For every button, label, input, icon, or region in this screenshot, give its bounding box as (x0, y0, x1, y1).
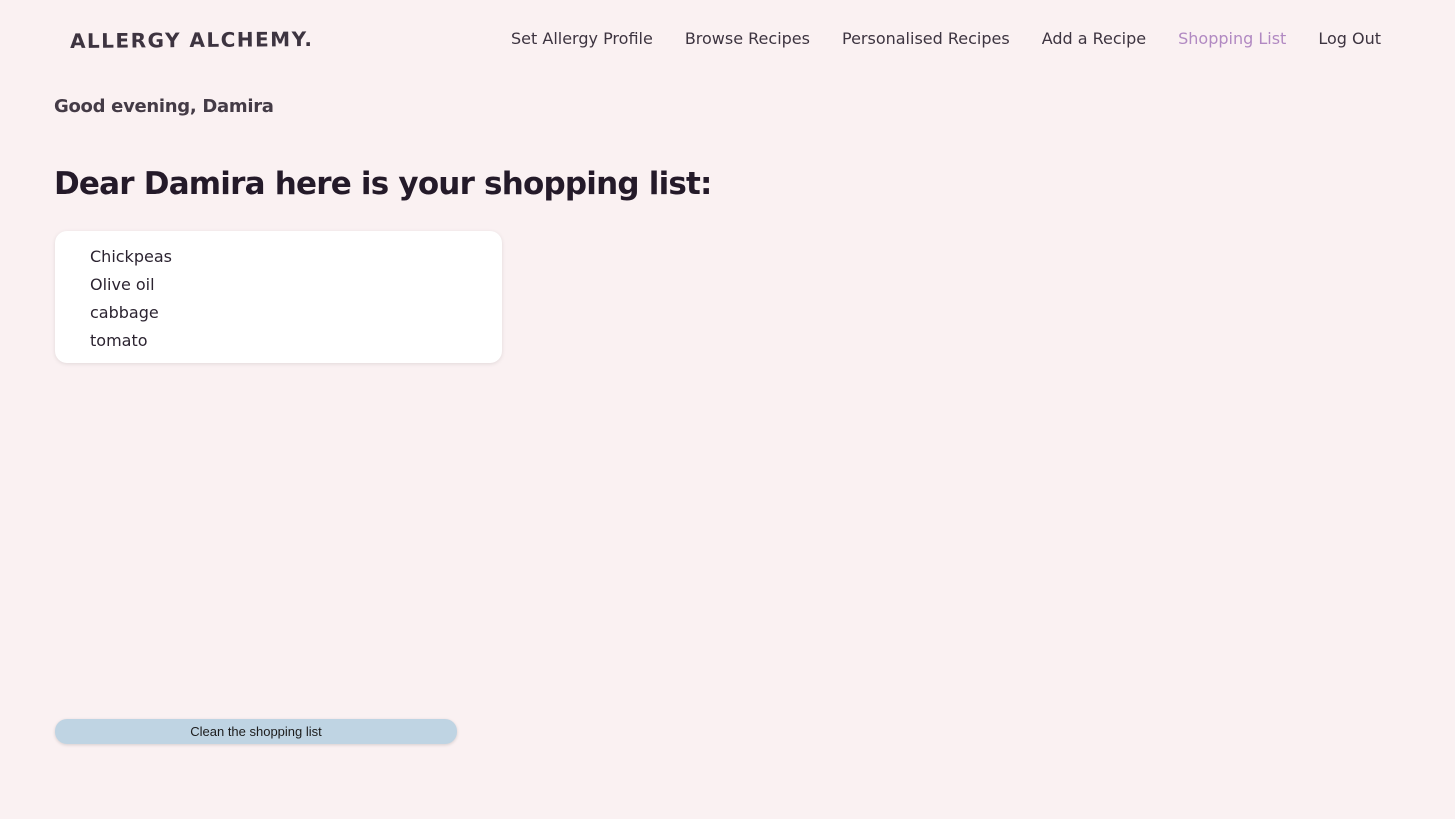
greeting-text: Good evening, Damira (54, 96, 274, 117)
list-item: Olive oil (90, 275, 155, 294)
clean-shopping-list-button[interactable]: Clean the shopping list (55, 719, 457, 744)
nav-shopping-list[interactable]: Shopping List (1178, 29, 1286, 48)
site-logo[interactable]: ALLERGY ALCHEMY. (70, 27, 314, 53)
list-item: cabbage (90, 303, 159, 322)
nav-personalised-recipes[interactable]: Personalised Recipes (842, 29, 1010, 48)
list-item: tomato (90, 331, 148, 350)
nav-log-out[interactable]: Log Out (1318, 29, 1381, 48)
shopping-list-card: Chickpeas Olive oil cabbage tomato (55, 231, 502, 363)
main-nav: Set Allergy Profile Browse Recipes Perso… (511, 29, 1381, 48)
nav-set-allergy-profile[interactable]: Set Allergy Profile (511, 29, 653, 48)
list-item: Chickpeas (90, 247, 172, 266)
nav-browse-recipes[interactable]: Browse Recipes (685, 29, 810, 48)
page: ALLERGY ALCHEMY. Set Allergy Profile Bro… (0, 0, 1455, 819)
shopping-list: Chickpeas Olive oil cabbage tomato (90, 243, 502, 355)
page-title: Dear Damira here is your shopping list: (54, 166, 712, 202)
nav-add-a-recipe[interactable]: Add a Recipe (1042, 29, 1146, 48)
